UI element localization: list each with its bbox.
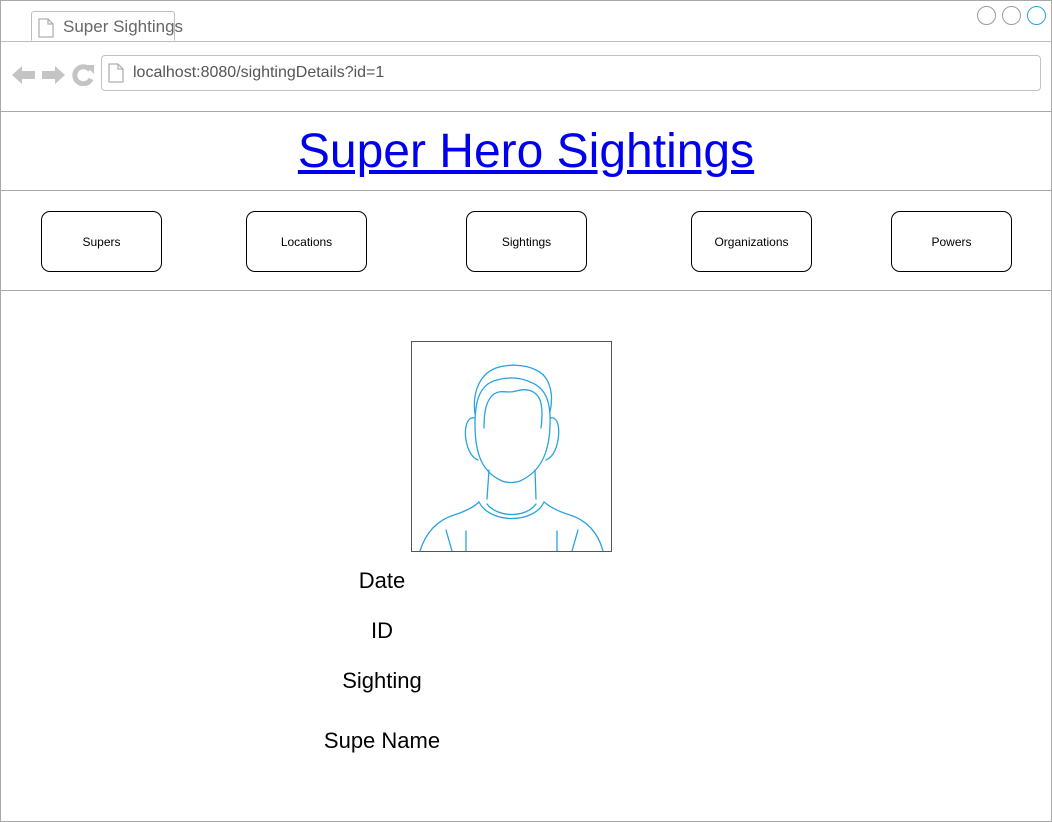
window-control-active-circle-icon[interactable] xyxy=(1027,6,1046,25)
sighting-label: Sighting xyxy=(342,668,422,693)
address-bar[interactable]: localhost:8080/sightingDetails?id=1 xyxy=(101,55,1041,91)
nav-organizations-button[interactable]: Organizations xyxy=(691,211,812,272)
sighting-image xyxy=(411,341,612,552)
document-icon xyxy=(38,18,54,38)
main-nav: Supers Locations Sightings Organizations… xyxy=(1,191,1051,291)
nav-powers-button[interactable]: Powers xyxy=(891,211,1012,272)
url-text: localhost:8080/sightingDetails?id=1 xyxy=(133,64,385,81)
sighting-id-label: ID xyxy=(371,618,393,643)
sighting-date-label: Date xyxy=(358,568,406,593)
page-header: Super Hero Sightings xyxy=(1,112,1051,191)
address-row: localhost:8080/sightingDetails?id=1 xyxy=(1,42,1051,112)
arrow-left-icon[interactable] xyxy=(11,64,37,86)
tab-title: Super Sightings xyxy=(63,17,184,36)
nav-locations-button[interactable]: Locations xyxy=(246,211,367,272)
document-icon xyxy=(108,63,124,83)
reload-icon[interactable] xyxy=(71,64,95,86)
person-silhouette-icon xyxy=(419,364,604,551)
site-title-link[interactable]: Super Hero Sightings xyxy=(298,124,754,179)
tab-strip: Super Sightings xyxy=(1,1,1051,42)
window-control-circle-icon[interactable] xyxy=(1002,6,1021,25)
browser-window: Super Sightings localhost:8080/sightingD… xyxy=(0,0,1052,822)
window-control-circle-icon[interactable] xyxy=(977,6,996,25)
browser-tab[interactable]: Super Sightings xyxy=(31,11,183,41)
supe-name-label: Supe Name xyxy=(323,728,441,753)
nav-supers-button[interactable]: Supers xyxy=(41,211,162,272)
nav-sightings-button[interactable]: Sightings xyxy=(466,211,587,272)
arrow-right-icon[interactable] xyxy=(40,64,66,86)
